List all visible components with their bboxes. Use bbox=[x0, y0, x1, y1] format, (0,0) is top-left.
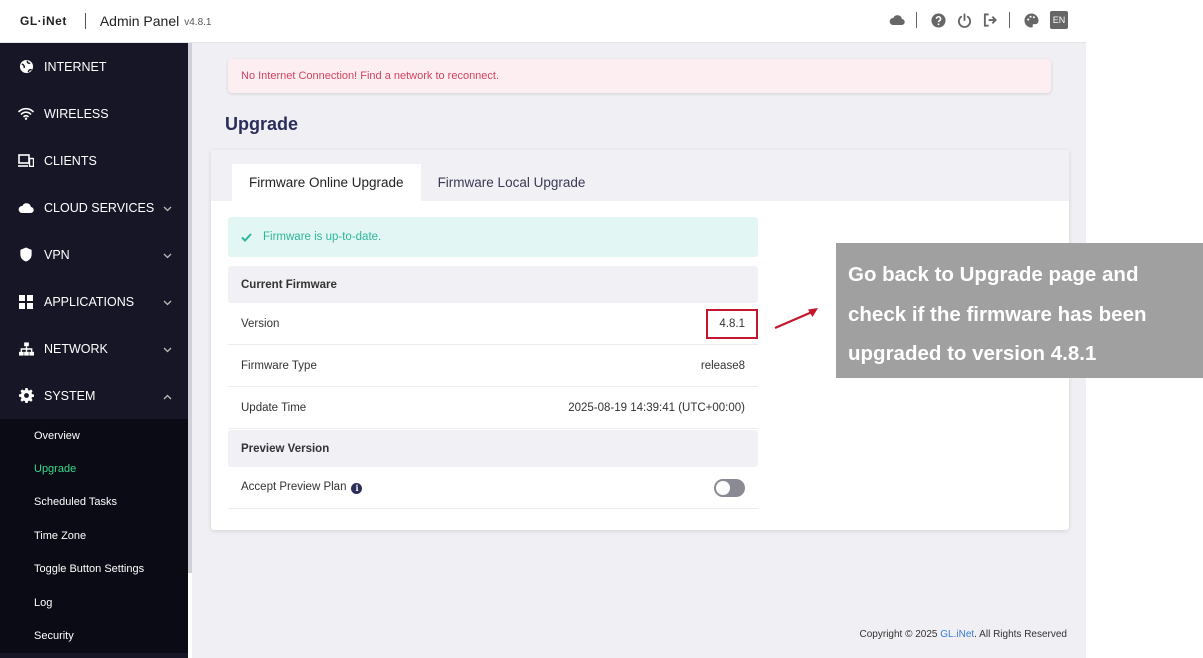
cloud-icon[interactable] bbox=[888, 11, 906, 29]
shield-icon bbox=[18, 247, 34, 263]
panel-title: Admin Panel bbox=[99, 13, 180, 29]
footer-suffix: . All Rights Reserved bbox=[974, 629, 1067, 640]
upgrade-tabs: Firmware Online Upgrade Firmware Local U… bbox=[211, 150, 1069, 201]
submenu-item-toggle-button-settings[interactable]: Toggle Button Settings bbox=[0, 553, 188, 586]
annotation-arrow bbox=[772, 304, 822, 337]
update-time-row: Update Time 2025-08-19 14:39:41 (UTC+00:… bbox=[228, 387, 758, 429]
submenu-item-scheduled-tasks[interactable]: Scheduled Tasks bbox=[0, 486, 188, 519]
update-time-value: 2025-08-19 14:39:41 (UTC+00:00) bbox=[568, 401, 745, 414]
sidebar-item-cloud-services[interactable]: CLOUD SERVICES bbox=[0, 184, 188, 231]
firmware-type-value: release8 bbox=[700, 359, 745, 372]
page-title: Upgrade bbox=[225, 114, 299, 134]
network-icon bbox=[18, 341, 34, 357]
annotation-callout: Go back to Upgrade page and check if the… bbox=[836, 243, 1203, 378]
sidebar-item-label: CLIENTS bbox=[44, 153, 97, 168]
submenu-item-security[interactable]: Security bbox=[0, 619, 188, 652]
sidebar-item-label: CLOUD SERVICES bbox=[44, 200, 155, 215]
wifi-icon bbox=[18, 106, 34, 122]
sidebar-item-system[interactable]: SYSTEM bbox=[0, 372, 188, 419]
sidebar-item-label: VPN bbox=[44, 247, 70, 262]
alert-text: No Internet Connection! Find a network t… bbox=[241, 70, 500, 82]
submenu-item-overview[interactable]: Overview bbox=[0, 419, 188, 452]
accept-preview-toggle[interactable] bbox=[714, 478, 745, 497]
sidebar-item-wireless[interactable]: WIRELESS bbox=[0, 90, 188, 137]
gear-icon bbox=[18, 388, 34, 404]
chevron-down-icon bbox=[163, 248, 172, 262]
footer-copyright: Copyright © 2025 GL.iNet. All Rights Res… bbox=[860, 629, 1067, 640]
firmware-status-banner: Firmware is up-to-date. bbox=[228, 217, 758, 257]
firmware-type-row: Firmware Type release8 bbox=[228, 345, 758, 387]
theme-icon[interactable] bbox=[1022, 11, 1040, 29]
submenu-item-log[interactable]: Log bbox=[0, 586, 188, 619]
cloud-icon bbox=[18, 200, 34, 216]
status-text: Firmware is up-to-date. bbox=[263, 231, 382, 243]
sidebar-item-label: SYSTEM bbox=[44, 388, 96, 403]
sidebar-item-label: WIRELESS bbox=[44, 106, 109, 121]
version-row: Version 4.8.1 bbox=[228, 303, 758, 345]
sidebar-item-label: APPLICATIONS bbox=[44, 294, 135, 309]
callout-line: upgraded to version 4.8.1 bbox=[848, 342, 1097, 365]
sidebar: INTERNET WIRELESS CLIENTS CLOUD SERVICES… bbox=[0, 43, 188, 658]
chevron-down-icon bbox=[163, 342, 172, 356]
chevron-down-icon bbox=[163, 295, 172, 309]
preview-version-header: Preview Version bbox=[228, 430, 758, 467]
version-value: 4.8.1 bbox=[706, 308, 758, 339]
submenu-item-time-zone[interactable]: Time Zone bbox=[0, 519, 188, 552]
sidebar-item-label: INTERNET bbox=[44, 59, 107, 74]
system-submenu: Overview Upgrade Scheduled Tasks Time Zo… bbox=[0, 419, 188, 653]
apps-icon bbox=[18, 294, 34, 310]
firmware-type-label: Firmware Type bbox=[241, 359, 317, 372]
power-icon[interactable] bbox=[955, 11, 973, 29]
check-icon bbox=[241, 232, 252, 242]
logout-icon[interactable] bbox=[981, 11, 999, 29]
chevron-up-icon bbox=[163, 389, 172, 403]
footer-prefix: Copyright © 2025 bbox=[859, 629, 941, 640]
callout-line: Go back to Upgrade page and bbox=[848, 263, 1139, 286]
top-header: GL·iNet Admin Panel v4.8.1 EN bbox=[0, 0, 1086, 43]
tab-firmware-local-upgrade[interactable]: Firmware Local Upgrade bbox=[421, 164, 603, 201]
sidebar-item-network[interactable]: NETWORK bbox=[0, 325, 188, 372]
accept-preview-row: Accept Preview Plan i bbox=[228, 467, 758, 509]
header-divider bbox=[1009, 12, 1010, 28]
header-toolbar: EN bbox=[880, 11, 1068, 29]
callout-line: check if the firmware has been bbox=[848, 302, 1147, 326]
brand-logo[interactable]: GL·iNet bbox=[20, 14, 67, 28]
sidebar-item-vpn[interactable]: VPN bbox=[0, 231, 188, 278]
sidebar-item-internet[interactable]: INTERNET bbox=[0, 43, 188, 90]
globe-icon bbox=[18, 59, 34, 75]
footer-brand-link[interactable]: GL.iNet bbox=[940, 629, 974, 640]
header-divider bbox=[84, 13, 86, 29]
devices-icon bbox=[18, 153, 34, 169]
language-selector[interactable]: EN bbox=[1050, 11, 1068, 29]
version-label: Version bbox=[241, 317, 280, 330]
accept-preview-label: Accept Preview Plan bbox=[241, 481, 347, 494]
info-icon[interactable]: i bbox=[351, 482, 363, 494]
header-divider bbox=[916, 12, 917, 28]
sidebar-item-clients[interactable]: CLIENTS bbox=[0, 137, 188, 184]
accept-preview-label-group: Accept Preview Plan i bbox=[241, 481, 363, 494]
help-icon[interactable] bbox=[929, 11, 947, 29]
no-internet-alert[interactable]: No Internet Connection! Find a network t… bbox=[228, 59, 1051, 93]
sidebar-item-applications[interactable]: APPLICATIONS bbox=[0, 278, 188, 325]
sidebar-item-label: NETWORK bbox=[44, 341, 108, 356]
panel-version: v4.8.1 bbox=[184, 17, 212, 28]
current-firmware-header: Current Firmware bbox=[228, 266, 758, 303]
update-time-label: Update Time bbox=[241, 401, 307, 414]
toggle-knob bbox=[716, 480, 730, 495]
submenu-item-upgrade[interactable]: Upgrade bbox=[0, 452, 188, 485]
tab-firmware-online-upgrade[interactable]: Firmware Online Upgrade bbox=[232, 164, 421, 201]
chevron-down-icon bbox=[163, 201, 172, 215]
